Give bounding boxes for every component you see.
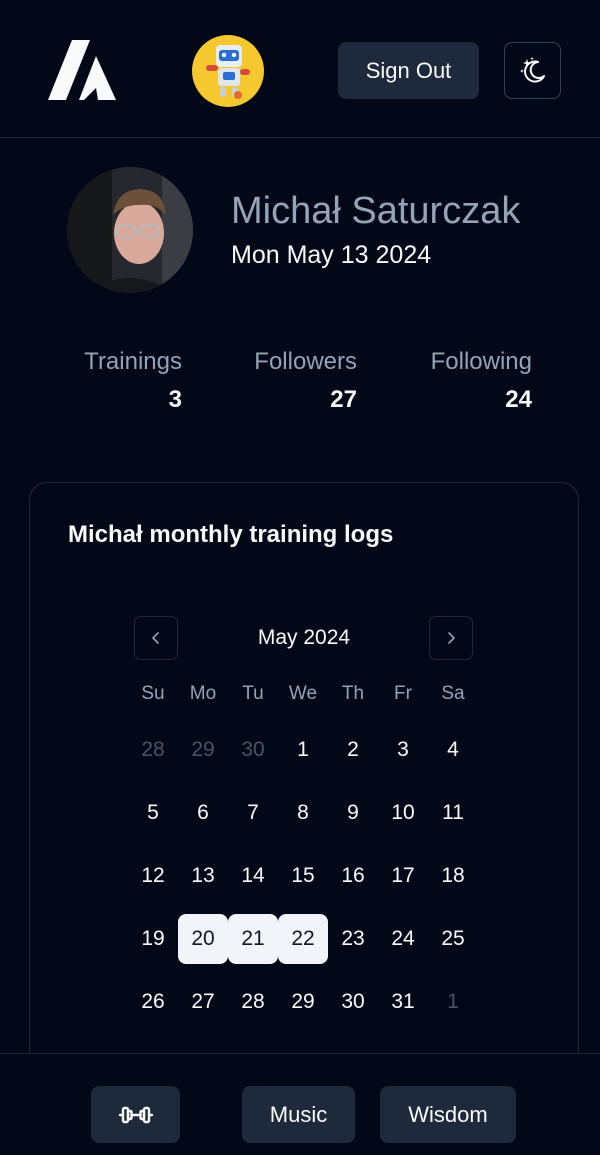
stat-trainings[interactable]: Trainings 3 — [74, 348, 182, 414]
calendar-day-outside[interactable]: 1 — [428, 977, 478, 1027]
calendar-card-title: Michał monthly training logs — [68, 521, 394, 548]
weekday-header: Su — [141, 683, 165, 704]
wisdom-nav-button[interactable]: Wisdom — [380, 1086, 516, 1143]
calendar-day[interactable]: 27 — [178, 977, 228, 1027]
calendar-day[interactable]: 1 — [278, 725, 328, 775]
top-header: Sign Out — [0, 0, 600, 138]
calendar-day[interactable]: 28 — [228, 977, 278, 1027]
chevron-right-icon — [448, 632, 455, 644]
training-calendar-card: Michał monthly training logs May 2024 Su… — [29, 482, 579, 1122]
next-month-button[interactable] — [429, 616, 473, 660]
profile-avatar — [67, 167, 193, 293]
calendar-day[interactable]: 13 — [178, 851, 228, 901]
stat-following[interactable]: Following 24 — [419, 348, 532, 414]
calendar-day[interactable]: 14 — [228, 851, 278, 901]
weekday-header: Fr — [394, 683, 412, 704]
calendar-day-outside[interactable]: 29 — [178, 725, 228, 775]
app-logo[interactable] — [46, 38, 118, 102]
calendar-day[interactable]: 4 — [428, 725, 478, 775]
calendar-month-label: May 2024 — [257, 626, 351, 649]
profile-date: Mon May 13 2024 — [231, 241, 432, 269]
profile-name: Michał Saturczak — [231, 190, 521, 232]
calendar-day[interactable]: 5 — [128, 788, 178, 838]
bottom-nav-bar: Music Wisdom — [0, 1053, 600, 1155]
calendar-day[interactable]: 8 — [278, 788, 328, 838]
dumbbell-icon — [118, 1106, 153, 1123]
moon-stars-icon — [519, 56, 545, 83]
stat-label: Trainings — [84, 348, 182, 375]
weekday-header: Mo — [189, 683, 217, 704]
calendar-day-selected[interactable]: 22 — [278, 914, 328, 964]
calendar-day[interactable]: 12 — [128, 851, 178, 901]
weekday-header: Sa — [441, 683, 465, 704]
stat-followers[interactable]: Followers 27 — [244, 348, 357, 414]
robot-icon — [206, 45, 250, 99]
calendar-day[interactable]: 23 — [328, 914, 378, 964]
calendar-day[interactable]: 11 — [428, 788, 478, 838]
calendar-day[interactable]: 16 — [328, 851, 378, 901]
calendar-day[interactable]: 29 — [278, 977, 328, 1027]
stat-value: 24 — [505, 386, 532, 413]
stat-label: Followers — [254, 348, 357, 375]
calendar-day-selected[interactable]: 21 — [228, 914, 278, 964]
calendar-day[interactable]: 25 — [428, 914, 478, 964]
calendar-day[interactable]: 6 — [178, 788, 228, 838]
weekday-header: Th — [341, 683, 365, 704]
weekday-header: We — [288, 683, 318, 704]
calendar-day-selected[interactable]: 20 — [178, 914, 228, 964]
calendar-day[interactable]: 18 — [428, 851, 478, 901]
calendar-day[interactable]: 10 — [378, 788, 428, 838]
calendar-day[interactable]: 15 — [278, 851, 328, 901]
calendar-day[interactable]: 19 — [128, 914, 178, 964]
training-nav-button[interactable] — [91, 1086, 180, 1143]
calendar-day[interactable]: 2 — [328, 725, 378, 775]
calendar-day-outside[interactable]: 28 — [128, 725, 178, 775]
bot-avatar[interactable] — [192, 35, 264, 107]
stat-value: 3 — [168, 386, 182, 413]
calendar-day[interactable]: 30 — [328, 977, 378, 1027]
calendar-day[interactable]: 31 — [378, 977, 428, 1027]
calendar-day[interactable]: 17 — [378, 851, 428, 901]
stat-value: 27 — [330, 386, 357, 413]
music-nav-button[interactable]: Music — [242, 1086, 355, 1143]
weekday-header: Tu — [242, 683, 264, 704]
calendar-day[interactable]: 3 — [378, 725, 428, 775]
stat-label: Following — [430, 348, 532, 375]
calendar-day-outside[interactable]: 30 — [228, 725, 278, 775]
calendar-day[interactable]: 24 — [378, 914, 428, 964]
calendar-day[interactable]: 26 — [128, 977, 178, 1027]
calendar-day[interactable]: 7 — [228, 788, 278, 838]
user-photo-icon — [67, 167, 193, 293]
sign-out-button[interactable]: Sign Out — [338, 42, 479, 99]
theme-toggle-button[interactable] — [504, 42, 561, 99]
calendar-day[interactable]: 9 — [328, 788, 378, 838]
